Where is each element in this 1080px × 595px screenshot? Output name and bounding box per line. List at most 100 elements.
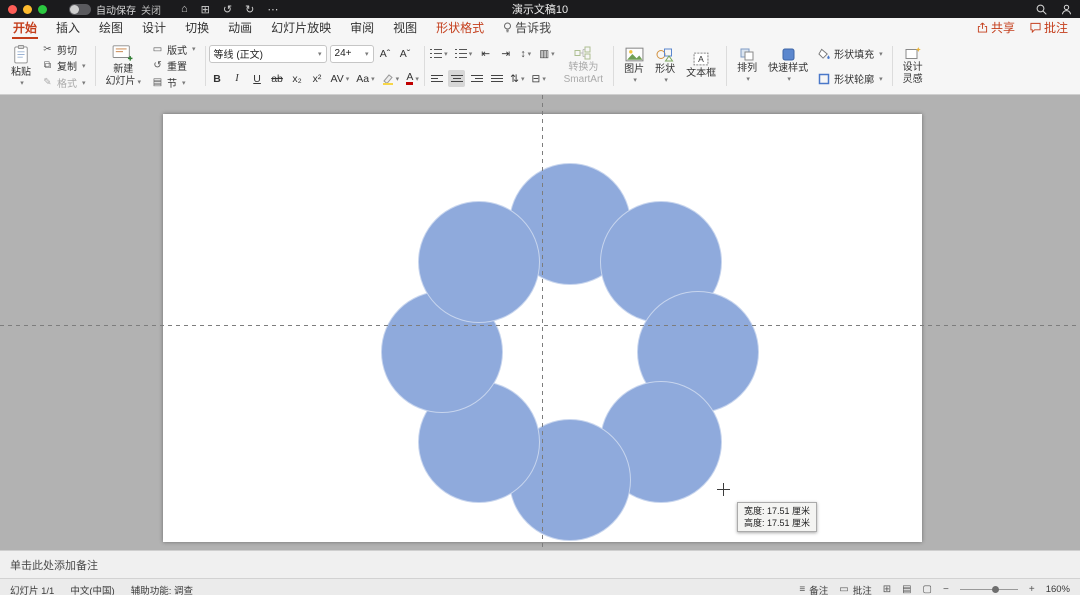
autosave-toggle[interactable] [69,3,91,15]
shape-circle[interactable] [418,201,540,323]
design-ideas-button[interactable]: 设计 灵感 [900,41,926,91]
justify-button[interactable] [488,70,505,87]
comments-pane-icon: ▭ [839,584,849,595]
comments-toggle-button[interactable]: ▭ 批注 [839,583,871,595]
decrease-indent-button[interactable]: ⇤ [477,45,494,62]
numbering-button[interactable] [453,45,475,62]
shape-outline-button[interactable]: 形状轮廓 [816,71,885,86]
new-slide-button[interactable]: 新建 幻灯片 [103,41,145,91]
font-color-button[interactable]: A [404,70,421,87]
design-ideas-icon [905,46,921,60]
zoom-slider-knob[interactable] [991,586,999,593]
subscript-button[interactable]: x₂ [289,70,306,87]
align-text-button[interactable]: ⊟ [530,70,548,87]
slide-indicator: 幻灯片 1/1 [10,585,55,595]
zoom-slider[interactable] [959,586,1018,593]
change-case-button[interactable]: Aa [354,70,376,87]
paragraph-group: ⇤ ⇥ ↕ ▥ ⇅ ⊟ [428,41,556,91]
highlight-color-button[interactable] [380,70,402,87]
quick-styles-button[interactable]: 快速样式 [765,41,811,91]
tab-insert[interactable]: 插入 [55,17,81,39]
decrease-font-size-button[interactable]: Aˇ [397,45,414,62]
paste-button[interactable]: 粘贴 [8,41,34,91]
numbered-list-icon [454,49,467,58]
zoom-out-icon[interactable]: − [943,584,949,595]
increase-indent-button[interactable]: ⇥ [497,45,514,62]
align-left-button[interactable] [428,70,445,87]
tab-design[interactable]: 设计 [141,17,167,39]
group-divider [424,46,426,86]
tab-draw[interactable]: 绘图 [98,17,124,39]
tab-tell-me[interactable]: 告诉我 [502,17,552,39]
normal-view-icon[interactable]: ⊞ [883,584,891,595]
tab-home[interactable]: 开始 [12,17,39,39]
share-button[interactable]: 共享 [977,19,1015,36]
bullets-button[interactable] [428,45,450,62]
redo-icon[interactable]: ↻ [245,3,254,16]
format-painter-button[interactable]: ✎ 格式 [39,75,88,90]
home-icon[interactable]: ⌂ [181,3,188,15]
tab-animations[interactable]: 动画 [227,17,253,39]
columns-button[interactable]: ▥ [537,45,556,62]
smartart-label: 转换为 SmartArt [563,62,604,85]
character-spacing-button[interactable]: AV [329,70,352,87]
increase-font-size-button[interactable]: Aˆ [377,45,394,62]
search-icon[interactable] [1036,4,1047,15]
reset-button[interactable]: ↺ 重置 [149,58,198,73]
section-button[interactable]: ▤ 节 [149,75,198,90]
align-right-button[interactable] [468,70,485,87]
layout-button[interactable]: ▭ 版式 [149,42,198,57]
design-ideas-group: 设计 灵感 [896,41,930,91]
shape-outline-icon [818,73,831,85]
shapes-button[interactable]: 形状 [652,41,678,91]
tab-shape-format[interactable]: 形状格式 [435,17,485,39]
zoom-level[interactable]: 160% [1046,584,1070,595]
format-painter-icon: ✎ [43,77,52,89]
zoom-in-icon[interactable]: + [1029,584,1035,595]
close-window-button[interactable] [8,4,17,14]
notes-toggle-label: 备注 [809,585,829,595]
align-center-button[interactable] [448,70,466,87]
language-status[interactable]: 中文(中国) [70,583,114,595]
superscript-button[interactable]: x² [309,70,326,87]
undo-icon[interactable]: ↺ [223,3,232,16]
slides-group: 新建幻灯片 ▭ 版式 ↺ 重置 ▤ 节 [99,41,202,91]
tab-review[interactable]: 审阅 [349,17,375,39]
tab-view[interactable]: 视图 [392,17,418,39]
minimize-window-button[interactable] [23,4,32,14]
tell-me-label: 告诉我 [515,21,552,35]
italic-button[interactable]: I [229,70,246,87]
paste-label: 粘贴 [11,66,31,78]
notes-toggle-button[interactable]: ≡ 备注 [799,583,828,595]
more-commands-icon[interactable]: ⋯ [267,3,278,16]
text-direction-button[interactable]: ⇅ [508,70,526,87]
notes-pane[interactable]: 单击此处添加备注 [0,550,1080,578]
copy-button[interactable]: ⧉ 复制 [39,58,88,73]
quick-styles-icon [782,48,795,61]
autosave-toggle-knob [70,4,79,14]
font-name-select[interactable]: 等线 (正文) [208,44,327,63]
accessibility-status[interactable]: 辅助功能: 调查 [131,583,193,595]
account-icon[interactable] [1061,4,1072,15]
arrange-button[interactable]: 排列 [734,41,760,91]
comments-button[interactable]: 批注 [1030,19,1068,36]
grid-icon[interactable]: ⊞ [201,3,210,16]
font-size-select[interactable]: 24+ [329,44,374,63]
reading-view-icon[interactable]: ▢ [923,584,932,595]
picture-button[interactable]: 图片 [621,41,647,91]
convert-to-smartart-button[interactable]: 转换为 SmartArt [561,41,606,91]
arrange-icon [740,48,754,61]
strikethrough-button[interactable]: ab [269,70,286,87]
notes-placeholder: 单击此处添加备注 [10,559,98,572]
bold-button[interactable]: B [209,70,226,87]
fullscreen-window-button[interactable] [38,4,47,14]
slide-editor-canvas[interactable]: 宽度: 17.51 厘米 高度: 17.51 厘米 [0,95,1080,550]
tab-transitions[interactable]: 切换 [184,17,210,39]
tab-slide-show[interactable]: 幻灯片放映 [270,17,332,39]
line-spacing-button[interactable]: ↕ [517,45,534,62]
slide-sorter-view-icon[interactable]: ▤ [902,584,911,595]
underline-button[interactable]: U [249,70,266,87]
cut-button[interactable]: ✂ 剪切 [39,42,88,57]
textbox-button[interactable]: A 文本框 [683,41,719,91]
shape-fill-button[interactable]: 形状填充 [816,46,885,61]
